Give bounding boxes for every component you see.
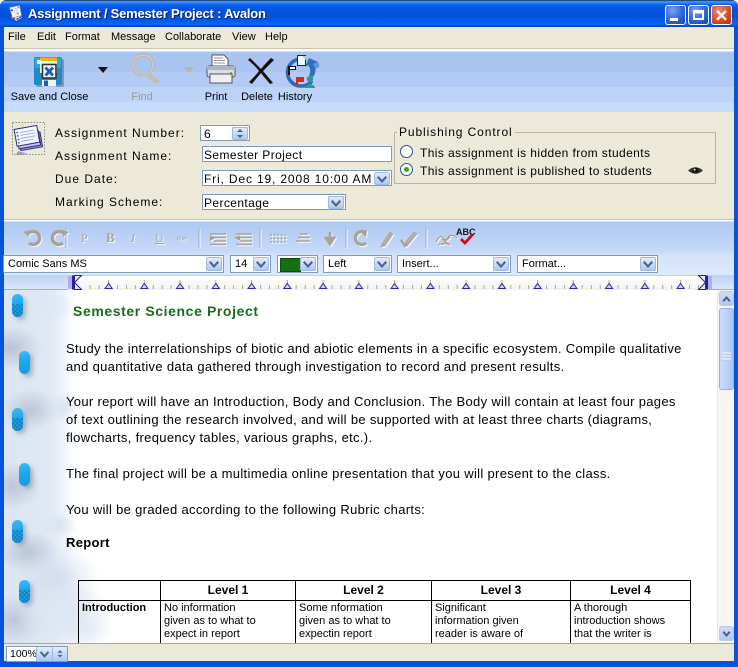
svg-text:U: U bbox=[155, 231, 164, 245]
svg-text:P: P bbox=[81, 231, 88, 245]
svg-text:«»: «» bbox=[176, 232, 187, 244]
svg-text:B: B bbox=[106, 230, 115, 245]
svg-text:I: I bbox=[130, 231, 136, 245]
